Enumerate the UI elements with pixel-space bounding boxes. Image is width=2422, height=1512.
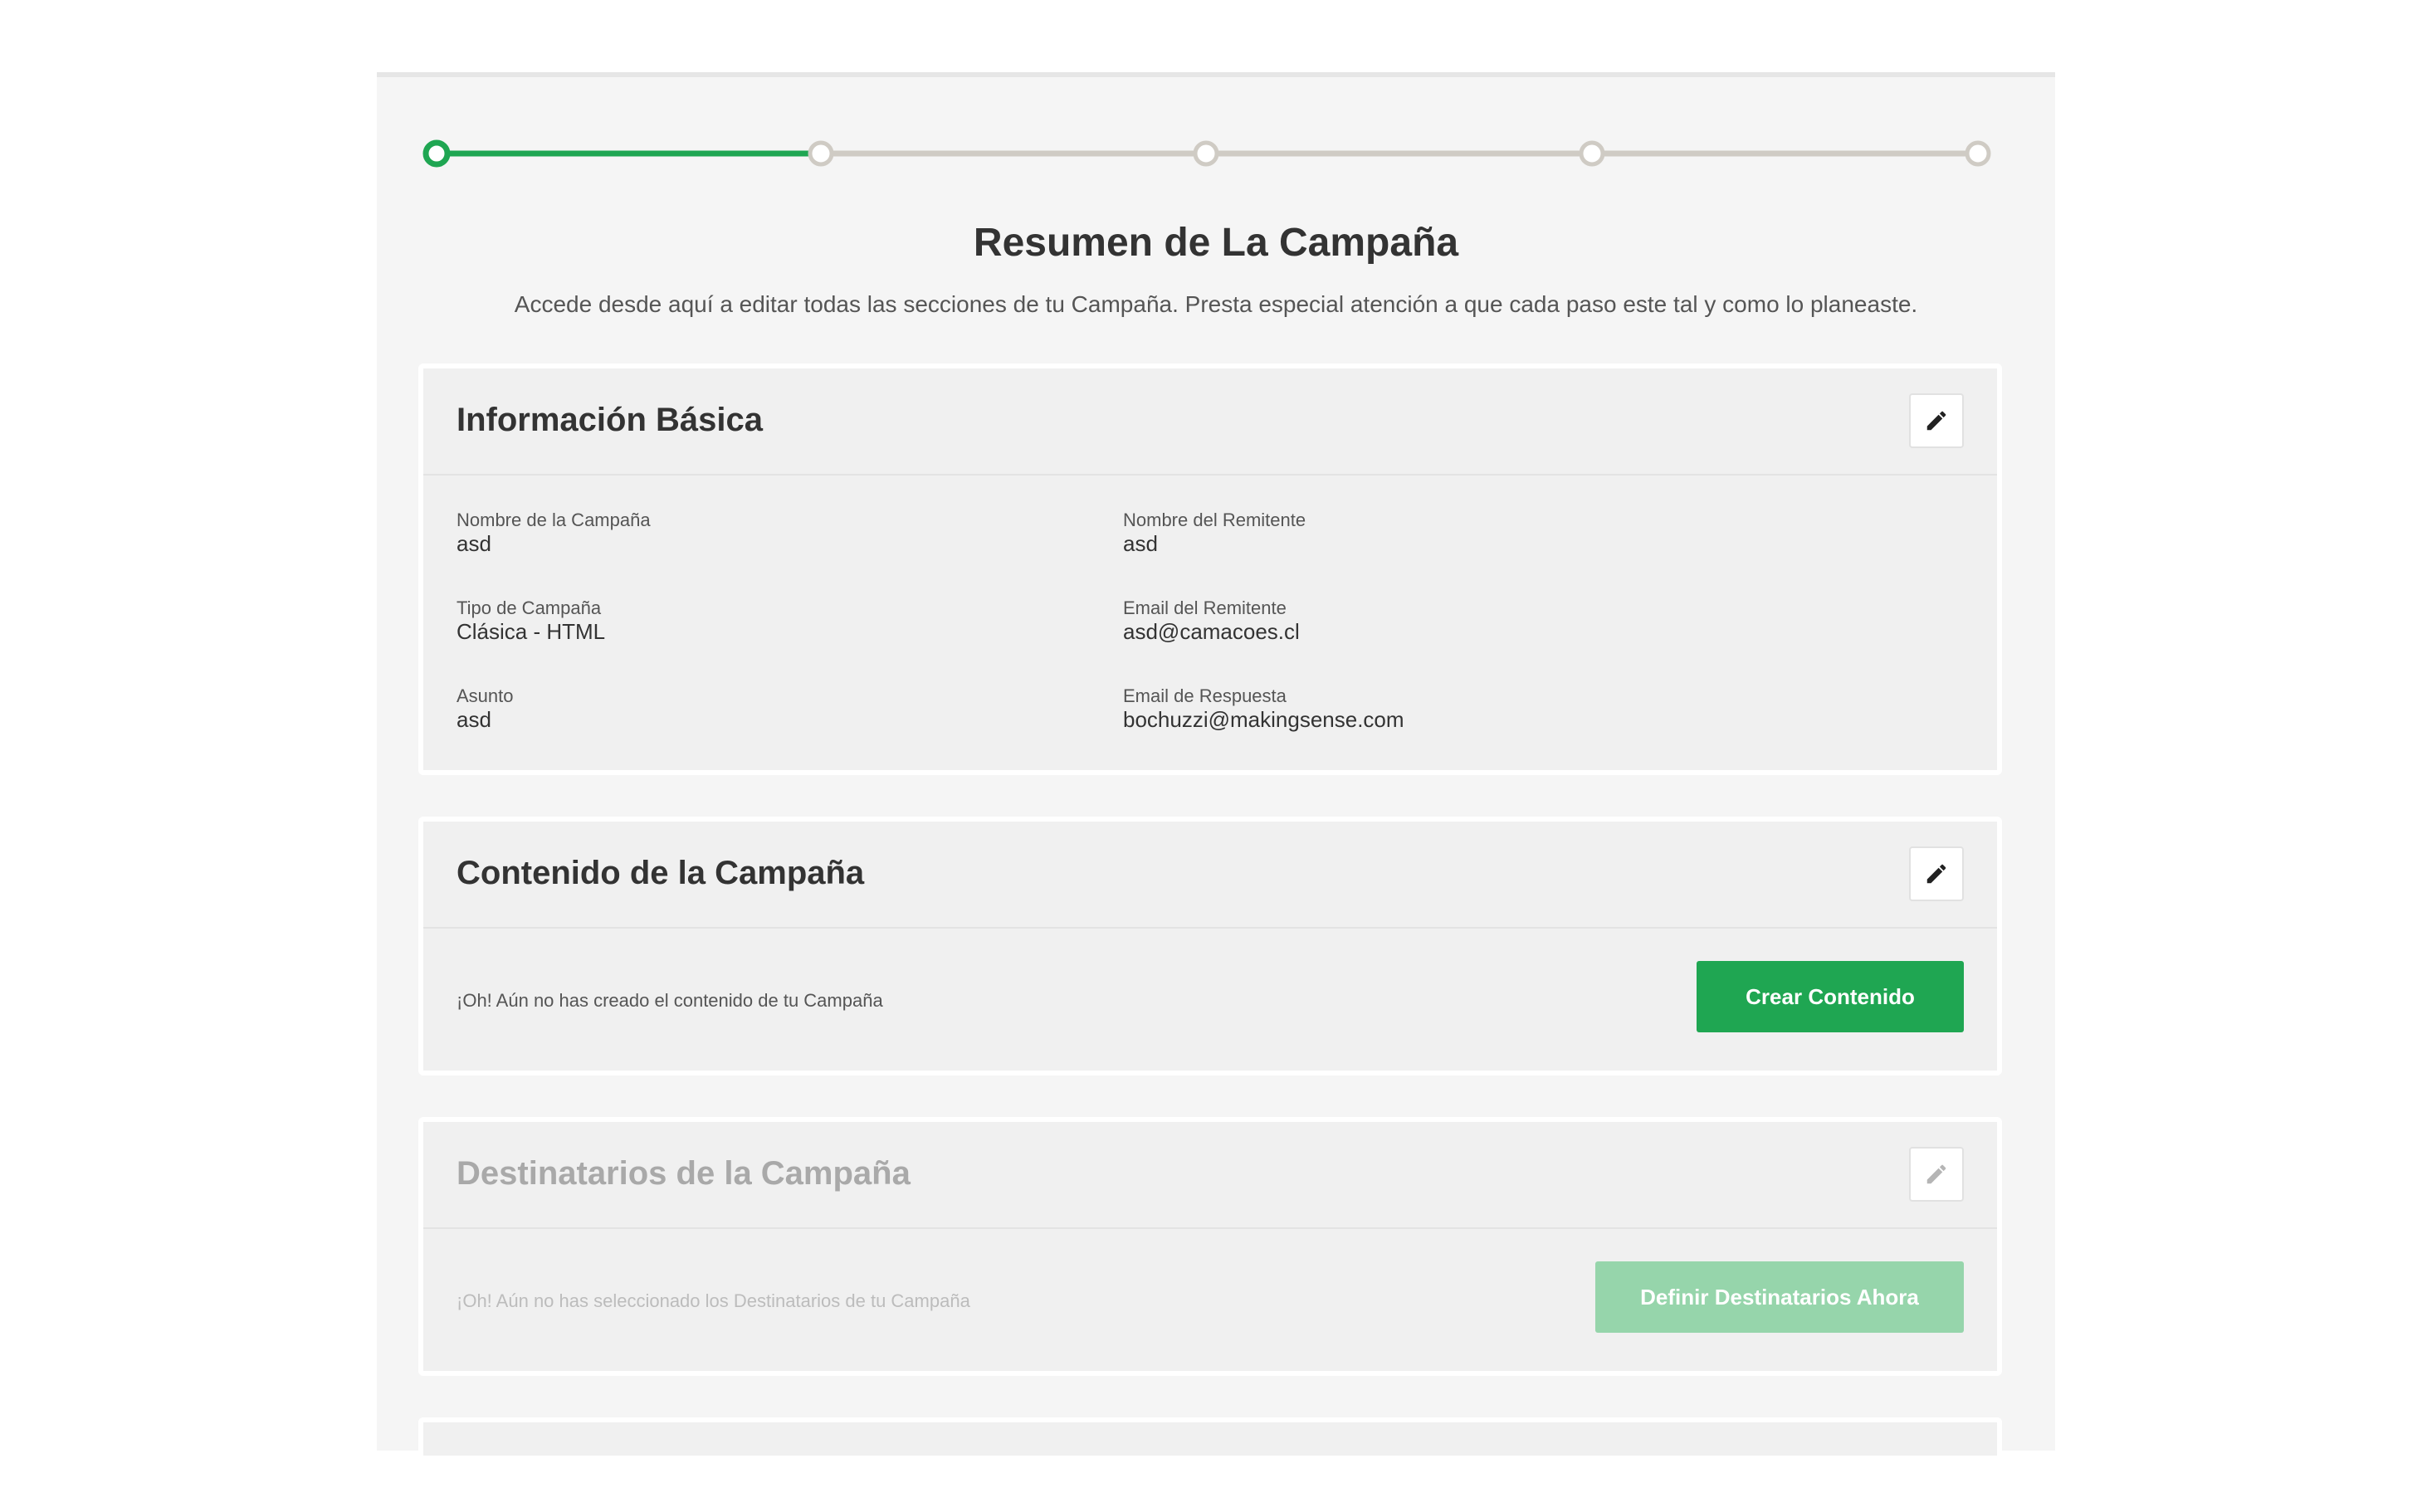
recipients-empty-message: ¡Oh! Aún no has seleccionado los Destina… <box>457 1290 970 1311</box>
field-sender-email: Email del Remitente asd@camacoes.cl <box>1123 597 1300 644</box>
field-label: Tipo de Campaña <box>457 597 602 618</box>
recipients-header: Destinatarios de la Campaña <box>423 1122 1997 1229</box>
step-4-marker[interactable] <box>1579 140 1605 167</box>
progress-stepper-graphic <box>422 139 1991 168</box>
basic-info-header: Información Básica <box>423 368 1997 476</box>
field-sender-name: Nombre del Remitente asd <box>1123 510 1306 556</box>
pencil-icon <box>1926 1164 1946 1184</box>
content-empty-message: ¡Oh! Aún no has creado el contenido de t… <box>457 990 883 1011</box>
pencil-icon <box>1926 864 1946 884</box>
progress-stepper <box>377 77 2055 243</box>
create-content-button[interactable]: Crear Contenido <box>1697 961 1964 1032</box>
field-label: Nombre del Remitente <box>1123 510 1306 530</box>
campaign-summary-panel: Resumen de La Campaña Accede desde aquí … <box>377 72 2055 1456</box>
field-subject: Asunto asd <box>457 685 514 732</box>
recipients-title: Destinatarios de la Campaña <box>457 1155 911 1192</box>
content-header: Contenido de la Campaña <box>423 822 1997 929</box>
step-2-marker[interactable] <box>808 140 834 167</box>
define-recipients-button[interactable]: Definir Destinatarios Ahora <box>1595 1261 1964 1333</box>
field-value: Clásica - HTML <box>457 619 606 644</box>
recipients-card: Destinatarios de la Campaña ¡Oh! Aún no … <box>418 1117 2002 1376</box>
field-label: Nombre de la Campaña <box>457 510 651 530</box>
field-value: asd@camacoes.cl <box>1123 619 1300 644</box>
pencil-icon <box>1926 411 1946 431</box>
field-value: asd <box>457 531 491 556</box>
basic-info-title: Información Básica <box>457 402 764 438</box>
page-title: Resumen de La Campaña <box>973 221 1459 265</box>
field-label: Asunto <box>457 685 514 706</box>
field-label: Email del Remitente <box>1123 597 1287 618</box>
next-section-card <box>418 1417 2002 1456</box>
step-5-marker[interactable] <box>1965 140 1991 167</box>
content-title: Contenido de la Campaña <box>457 855 865 891</box>
field-reply-email: Email de Respuesta bochuzzi@makingsense.… <box>1123 685 1404 732</box>
field-value: asd <box>457 707 491 732</box>
field-campaign-name: Nombre de la Campaña asd <box>457 510 651 556</box>
page-subtitle: Accede desde aquí a editar todas las sec… <box>514 291 1918 317</box>
edit-basic-info-button[interactable] <box>1909 393 1964 448</box>
field-value: asd <box>1123 531 1158 556</box>
step-1-marker[interactable] <box>422 139 451 168</box>
field-value: bochuzzi@makingsense.com <box>1123 707 1404 732</box>
content-card: Contenido de la Campaña ¡Oh! Aún no has … <box>418 817 2002 1075</box>
basic-info-card: Información Básica Nombre de la Campaña … <box>418 363 2002 775</box>
step-3-marker[interactable] <box>1193 140 1219 167</box>
edit-recipients-button[interactable] <box>1909 1147 1964 1202</box>
field-label: Email de Respuesta <box>1123 685 1287 706</box>
field-campaign-type: Tipo de Campaña Clásica - HTML <box>457 597 605 644</box>
edit-content-button[interactable] <box>1909 846 1964 901</box>
